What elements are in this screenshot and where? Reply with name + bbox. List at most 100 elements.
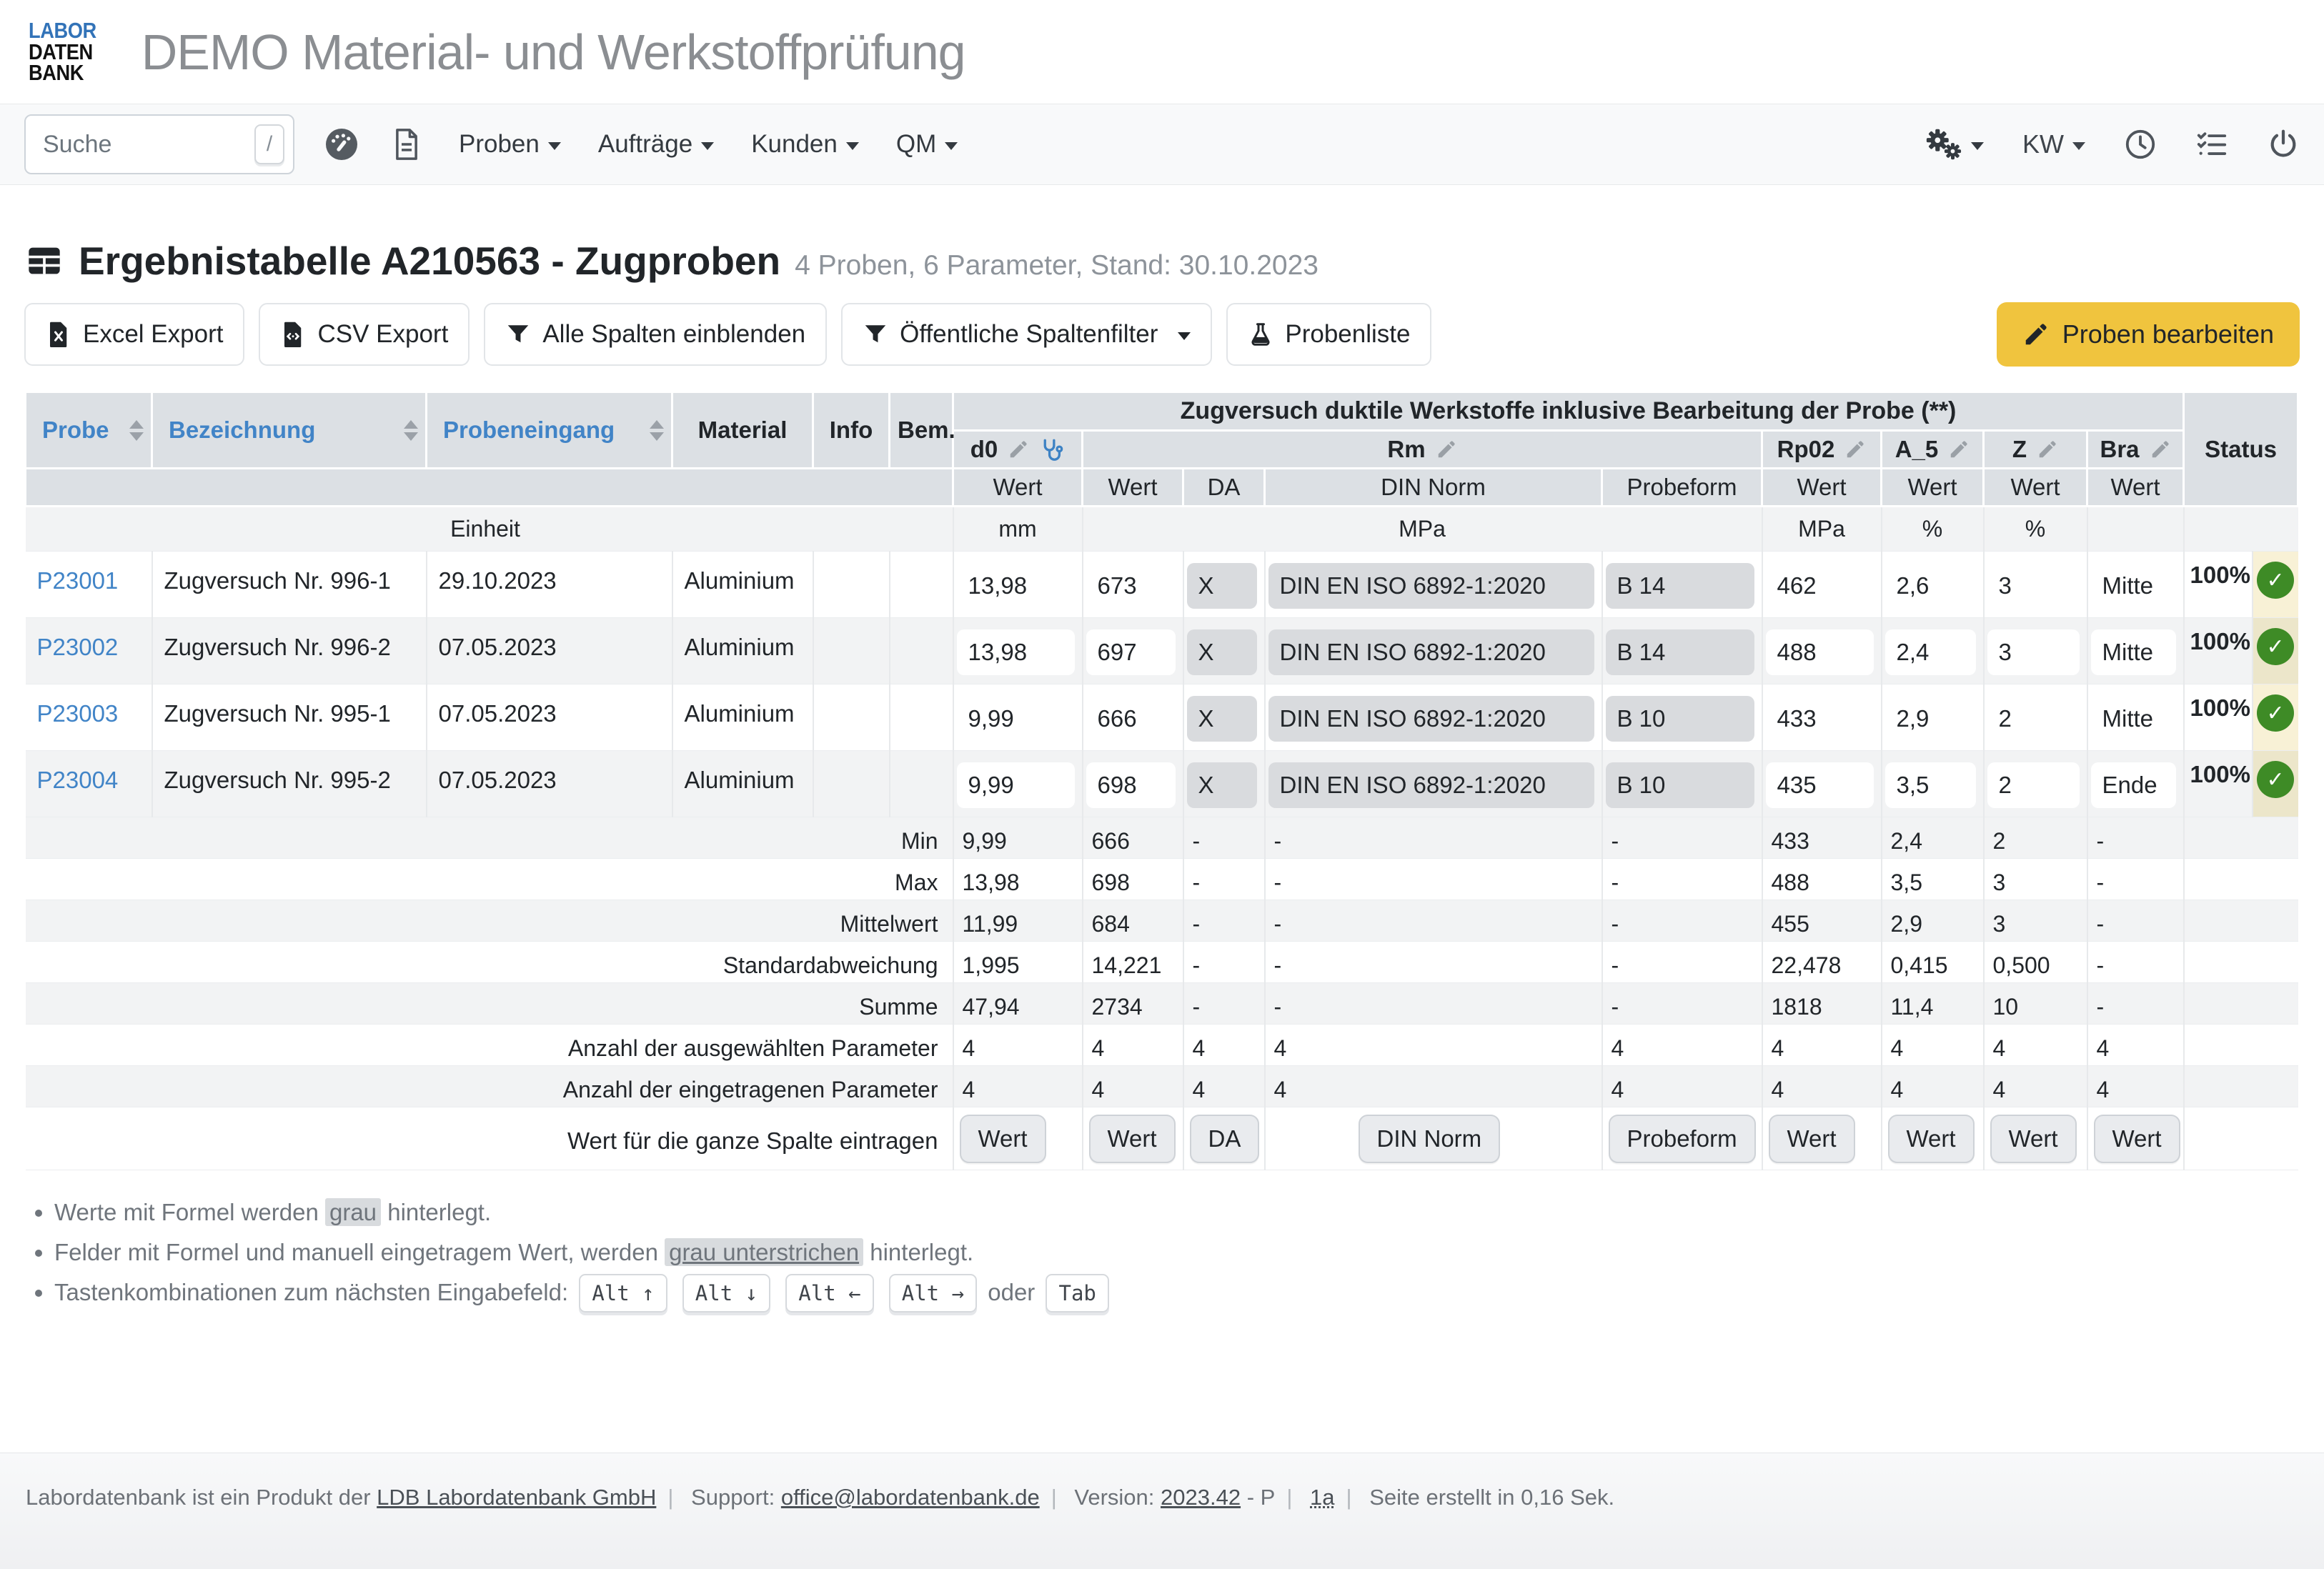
param-header-z: Z [1984,431,2087,469]
z-input[interactable]: 3 [1987,629,2080,675]
rm-input[interactable]: 697 [1086,629,1176,675]
chevron-down-icon [548,142,561,150]
count-value: 4 [1183,1025,1265,1066]
a5-input[interactable]: 2,9 [1885,696,1976,742]
fill-column-button[interactable]: Wert [1888,1115,1975,1163]
din-norm-field[interactable]: DIN EN ISO 6892-1:2020 [1268,563,1594,609]
version-link[interactable]: 2023.42 [1161,1485,1241,1510]
labordatenbank-logo[interactable]: LABOR DATEN BANK [29,20,96,83]
din-norm-field[interactable]: DIN EN ISO 6892-1:2020 [1268,696,1594,742]
sample-list-button[interactable]: Probenliste [1226,303,1431,366]
sort-icon[interactable] [129,420,144,441]
edit-samples-button[interactable]: Proben bearbeiten [1997,302,2300,367]
z-input[interactable]: 3 [1987,563,2080,609]
company-link[interactable]: LDB Labordatenbank GmbH [377,1485,656,1510]
button-label: Probenliste [1285,320,1410,349]
da-field[interactable]: X [1187,563,1257,609]
logo-line: DATEN [29,41,96,62]
fill-column-button[interactable]: Wert [2094,1115,2180,1163]
fill-status-empty [2184,1107,2298,1170]
din-norm-field[interactable]: DIN EN ISO 6892-1:2020 [1268,629,1594,675]
fill-column-button[interactable]: DIN Norm [1359,1115,1501,1163]
a5-input[interactable]: 2,4 [1885,629,1976,675]
bra-input[interactable]: Mitte [2091,563,2176,609]
rm-input[interactable]: 666 [1086,696,1176,742]
menu-kunden[interactable]: Kunden [751,130,859,159]
sample-link[interactable]: P23003 [37,700,119,727]
rm-input[interactable]: 698 [1086,762,1176,808]
da-field[interactable]: X [1187,762,1257,808]
rp02-input[interactable]: 462 [1766,563,1874,609]
count-value: 4 [1265,1066,1602,1107]
column-header-bezeichnung[interactable]: Bezeichnung [152,392,427,469]
fill-cell: Probeform [1602,1107,1762,1170]
stethoscope-icon[interactable] [1039,437,1065,462]
sample-link[interactable]: P23002 [37,634,119,660]
column-header-probeneingang[interactable]: Probeneingang [427,392,672,469]
a5-input[interactable]: 3,5 [1885,762,1976,808]
probeform-field[interactable]: B 10 [1606,762,1754,808]
settings-gears-dropdown[interactable] [1924,127,1984,161]
bra-input[interactable]: Mitte [2091,629,2176,675]
fill-column-button[interactable]: Wert [1990,1115,2077,1163]
edit-pencil-icon[interactable] [2150,439,2171,460]
bra-input[interactable]: Ende [2091,762,2176,808]
sort-icon[interactable] [650,420,664,441]
sample-link[interactable]: P23004 [37,767,119,793]
rp02-input[interactable]: 435 [1766,762,1874,808]
din-norm-field[interactable]: DIN EN ISO 6892-1:2020 [1268,762,1594,808]
menu-auftraege[interactable]: Aufträge [598,130,714,159]
edit-pencil-icon[interactable] [1008,439,1029,460]
rp02-input[interactable]: 488 [1766,629,1874,675]
d0-input[interactable]: 9,99 [957,696,1075,742]
stat-value: 3 [1984,859,2087,900]
stat-value: 1818 [1762,983,1882,1025]
sample-link[interactable]: P23001 [37,567,119,594]
subheader-wert: Wert [1984,469,2087,507]
dashboard-gauge-icon[interactable] [324,127,359,161]
excel-export-button[interactable]: Excel Export [24,303,244,366]
da-field[interactable]: X [1187,629,1257,675]
public-column-filters-dropdown[interactable]: Öffentliche Spaltenfilter [841,303,1212,366]
bra-input[interactable]: Mitte [2091,696,2176,742]
a5-input[interactable]: 2,6 [1885,563,1976,609]
fill-column-button[interactable]: Wert [1769,1115,1855,1163]
probeform-field[interactable]: B 14 [1606,563,1754,609]
sort-icon[interactable] [404,420,418,441]
param-label: d0 [970,436,998,463]
csv-export-button[interactable]: CSV Export [259,303,470,366]
rm-input[interactable]: 673 [1086,563,1176,609]
z-input[interactable]: 2 [1987,696,2080,742]
z-input[interactable]: 2 [1987,762,2080,808]
tasks-checklist-icon[interactable] [2195,128,2228,161]
rp02-input[interactable]: 433 [1766,696,1874,742]
edit-pencil-icon[interactable] [2037,439,2058,460]
note-text: hinterlegt. [863,1239,973,1265]
support-email-link[interactable]: office@labordatenbank.de [781,1485,1040,1510]
kw-dropdown[interactable]: KW [2022,129,2085,159]
edit-pencil-icon[interactable] [1948,439,1970,460]
d0-input[interactable]: 9,99 [957,762,1075,808]
revision-link[interactable]: 1a [1310,1485,1334,1510]
fill-column-button[interactable]: Wert [1089,1115,1176,1163]
fill-column-button[interactable]: Wert [960,1115,1046,1163]
edit-pencil-icon[interactable] [1436,439,1457,460]
fill-column-button[interactable]: DA [1190,1115,1260,1163]
d0-input[interactable]: 13,98 [957,563,1075,609]
chevron-down-icon [945,142,958,150]
fill-column-button[interactable]: Probeform [1609,1115,1756,1163]
probeform-field[interactable]: B 10 [1606,696,1754,742]
d0-input[interactable]: 13,98 [957,629,1075,675]
menu-qm[interactable]: QM [896,130,958,159]
footer-text: Support: [691,1485,775,1510]
probeform-field[interactable]: B 14 [1606,629,1754,675]
edit-pencil-icon[interactable] [1844,439,1866,460]
status-check-icon: ✓ [2257,761,2294,798]
logout-power-icon[interactable] [2267,128,2300,161]
show-all-columns-button[interactable]: Alle Spalten einblenden [484,303,827,366]
history-clock-icon[interactable] [2124,128,2157,161]
menu-proben[interactable]: Proben [459,130,561,159]
document-icon[interactable] [392,126,422,162]
da-field[interactable]: X [1187,696,1257,742]
column-header-probe[interactable]: Probe [26,392,152,469]
